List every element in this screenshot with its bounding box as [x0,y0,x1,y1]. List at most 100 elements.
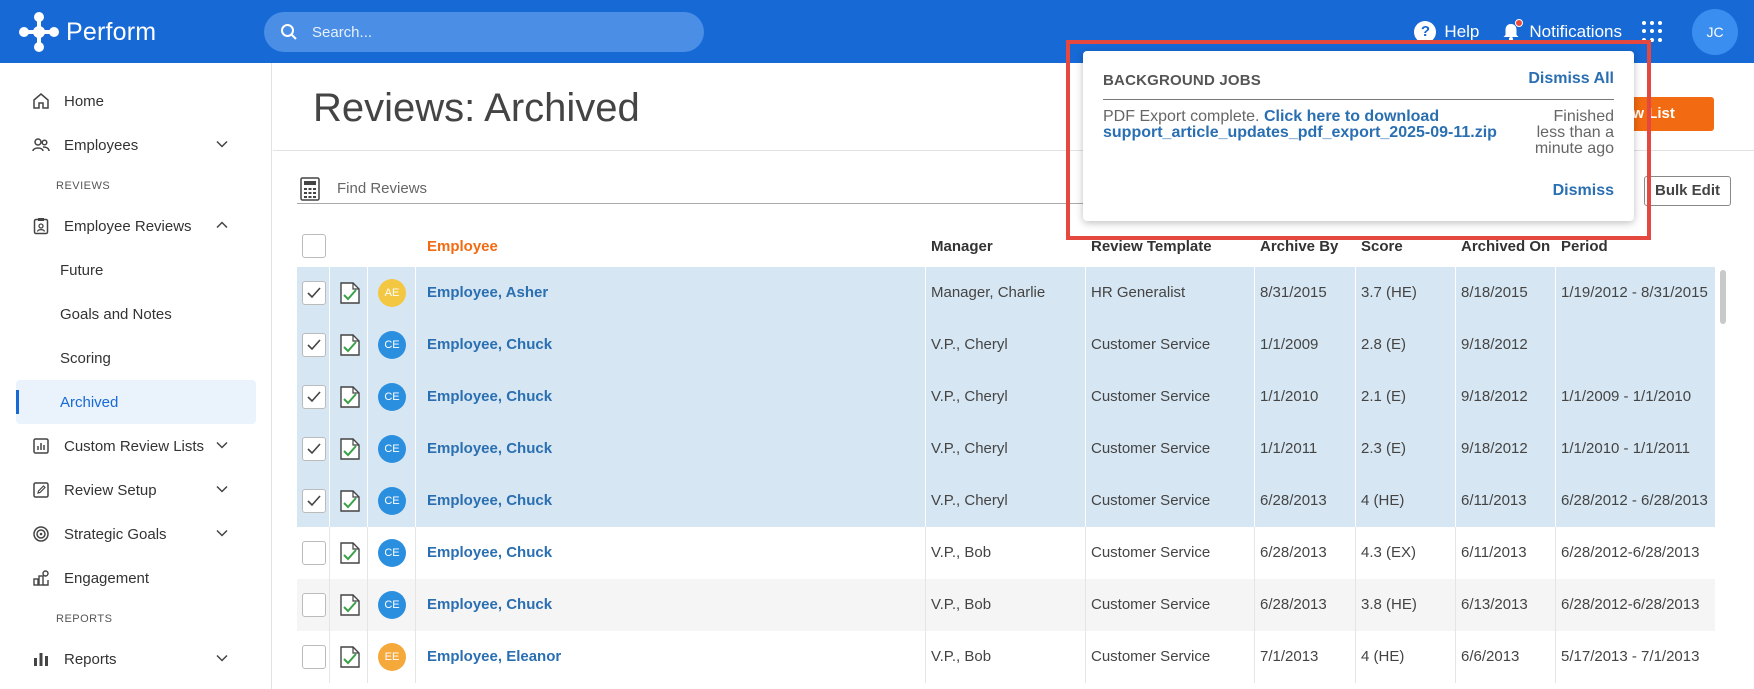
column-divider [925,475,926,527]
table-scrollbar[interactable] [1720,270,1726,324]
dismiss-all-link[interactable]: Dismiss All [1528,70,1614,88]
review-document-icon[interactable] [340,594,360,616]
column-divider [1555,475,1556,527]
review-document-icon[interactable] [340,334,360,356]
notifications-button[interactable]: Notifications [1501,18,1622,42]
review-document-icon[interactable] [340,490,360,512]
column-divider [1355,579,1356,631]
bulk-edit-button[interactable]: Bulk Edit [1644,176,1731,206]
review-document-icon[interactable] [340,646,360,668]
score-cell: 2.3 (E) [1361,440,1407,457]
section-label-reports: REPORTS [56,613,113,625]
row-checkbox[interactable] [302,437,326,461]
column-divider [367,319,368,371]
sidebar-item-home[interactable]: Home [16,79,256,123]
column-divider [1355,631,1356,683]
row-checkbox[interactable] [302,593,326,617]
column-divider [1085,527,1086,579]
employee-name-link[interactable]: Employee, Chuck [427,579,552,631]
column-divider [925,631,926,683]
sidebar-item-custom-review-lists[interactable]: Custom Review Lists [16,424,256,468]
popup-divider [1103,99,1614,100]
find-reviews-input[interactable] [337,180,737,197]
score-cell: 3.8 (HE) [1361,596,1417,613]
template-cell: Customer Service [1091,544,1211,561]
employee-name-link[interactable]: Employee, Eleanor [427,631,561,683]
employee-name-link[interactable]: Employee, Chuck [427,371,552,423]
review-document-icon[interactable] [340,542,360,564]
table-row[interactable]: CE Employee, Chuck V.P., Cheryl Customer… [297,371,1715,423]
column-divider [367,423,368,475]
sidebar-item-archived[interactable]: Archived [16,380,256,424]
sidebar-item-reports[interactable]: Reports [16,637,256,681]
period-cell: 6/28/2012-6/28/2013 [1561,596,1700,613]
table-row[interactable]: CE Employee, Chuck V.P., Cheryl Customer… [297,423,1715,475]
manager-cell: V.P., Bob [931,544,992,561]
global-search[interactable] [264,12,704,52]
review-document-icon[interactable] [340,438,360,460]
column-score[interactable]: Score [1361,238,1403,255]
sidebar-item-engagement[interactable]: Engagement [16,556,256,600]
column-divider [1085,631,1086,683]
row-checkbox[interactable] [302,333,326,357]
table-row[interactable]: EE Employee, Eleanor V.P., Bob Customer … [297,631,1715,683]
sidebar-item-scoring[interactable]: Scoring [16,336,256,380]
select-all-checkbox[interactable] [302,234,326,258]
column-archive-by[interactable]: Archive By [1260,238,1338,255]
column-divider [1455,267,1456,319]
column-divider [1555,423,1556,475]
employee-avatar: CE [378,591,406,619]
row-checkbox[interactable] [302,385,326,409]
row-checkbox[interactable] [302,645,326,669]
table-row[interactable]: CE Employee, Chuck V.P., Bob Customer Se… [297,579,1715,631]
sidebar-item-future[interactable]: Future [16,248,256,292]
column-archived-on[interactable]: Archived On [1461,238,1550,255]
row-checkbox[interactable] [302,489,326,513]
employee-name-link[interactable]: Employee, Asher [427,267,548,319]
table-row[interactable]: CE Employee, Chuck V.P., Bob Customer Se… [297,527,1715,579]
sidebar-item-review-setup[interactable]: Review Setup [16,468,256,512]
row-checkbox[interactable] [302,281,326,305]
employee-name-link[interactable]: Employee, Chuck [427,423,552,475]
table-row[interactable]: CE Employee, Chuck V.P., Cheryl Customer… [297,319,1715,371]
column-divider [1455,631,1456,683]
column-divider [415,319,416,371]
employee-name-link[interactable]: Employee, Chuck [427,319,552,371]
table-row[interactable]: AE Employee, Asher Manager, Charlie HR G… [297,267,1715,319]
list-chart-icon [33,438,49,454]
column-divider [1085,319,1086,371]
employee-name-link[interactable]: Employee, Chuck [427,475,552,527]
review-document-icon[interactable] [340,386,360,408]
column-divider [1085,267,1086,319]
period-cell: 1/1/2010 - 1/1/2011 [1561,440,1690,457]
column-divider [415,527,416,579]
review-document-icon[interactable] [340,282,360,304]
column-review-template[interactable]: Review Template [1091,238,1212,255]
column-divider [1085,423,1086,475]
sidebar-item-label: Engagement [64,569,150,587]
sidebar-item-strategic-goals[interactable]: Strategic Goals [16,512,256,556]
column-divider [1355,475,1356,527]
sidebar-item-label: Employee Reviews [64,217,192,235]
perform-logo-icon [19,12,59,52]
row-checkbox[interactable] [302,541,326,565]
column-period[interactable]: Period [1561,238,1608,255]
employee-name-link[interactable]: Employee, Chuck [427,527,552,579]
column-employee[interactable]: Employee [427,238,498,255]
dismiss-link[interactable]: Dismiss [1553,182,1614,200]
table-row[interactable]: CE Employee, Chuck V.P., Cheryl Customer… [297,475,1715,527]
sidebar-item-employee-reviews[interactable]: Employee Reviews [16,204,256,248]
user-avatar[interactable]: JC [1692,8,1738,55]
search-input[interactable] [312,23,692,41]
archived-on-cell: 6/13/2013 [1461,596,1528,613]
job-message-text: PDF Export complete. [1103,108,1260,125]
calculator-icon[interactable] [299,176,321,201]
column-divider [1555,267,1556,319]
archived-on-cell: 9/18/2012 [1461,388,1528,405]
app-logo[interactable]: Perform [16,8,156,56]
column-manager[interactable]: Manager [931,238,993,255]
column-divider [925,579,926,631]
sidebar-item-goals-and-notes[interactable]: Goals and Notes [16,292,256,336]
sidebar-item-employees[interactable]: Employees [16,123,256,167]
column-divider [329,267,330,319]
